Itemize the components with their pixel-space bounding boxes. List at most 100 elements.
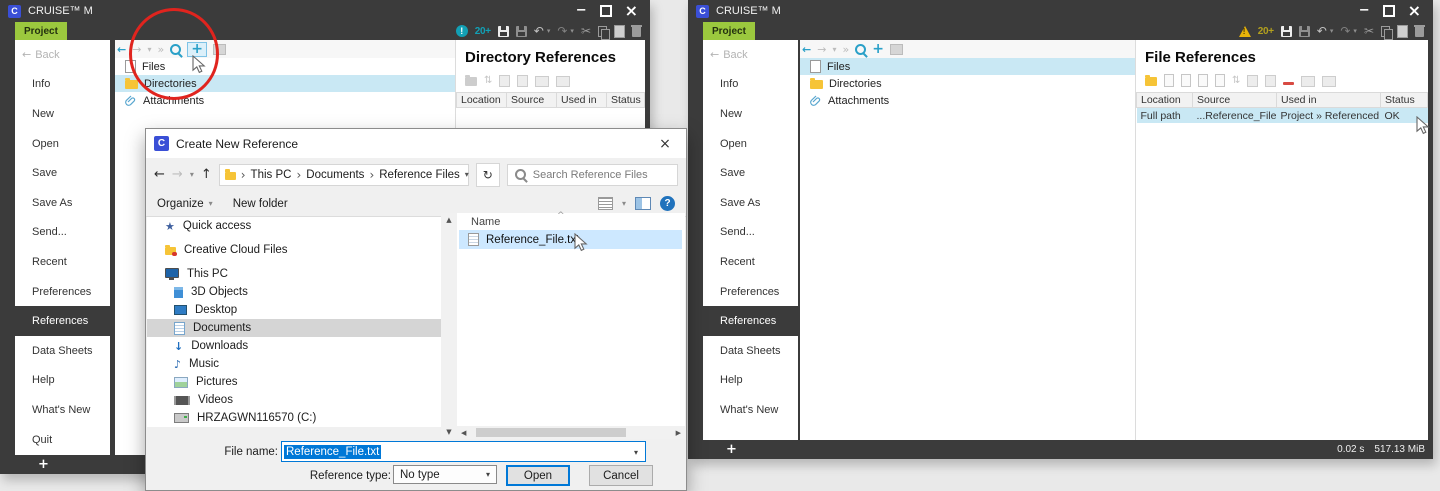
- paste-icon[interactable]: [614, 25, 625, 38]
- maximize-button[interactable]: [1383, 5, 1395, 17]
- column-header-source[interactable]: Source: [1193, 93, 1277, 108]
- move-up-icon[interactable]: [1247, 75, 1258, 87]
- edit-reference-icon[interactable]: [1164, 74, 1174, 87]
- paste-icon[interactable]: [1397, 25, 1408, 38]
- sidebar-item-recent[interactable]: Recent: [15, 247, 110, 277]
- add-reference-button[interactable]: +: [872, 44, 884, 55]
- sidebar-item-preferences[interactable]: Preferences: [15, 277, 110, 307]
- apply-reference-icon[interactable]: [1215, 74, 1225, 87]
- sidebar-item-recent[interactable]: Recent: [703, 247, 798, 277]
- nav-item-this-pc[interactable]: This PC: [147, 265, 441, 283]
- copy-icon[interactable]: [1381, 26, 1390, 37]
- reference-table-row[interactable]: Full path ...Reference_File.txt Project …: [1137, 108, 1428, 124]
- column-header-status[interactable]: Status: [607, 93, 645, 108]
- undo-dropdown-icon[interactable]: ▾: [547, 27, 551, 35]
- sidebar-item-send[interactable]: Send...: [15, 218, 110, 248]
- tree-item-files[interactable]: Files: [800, 58, 1135, 75]
- nav-item-quick-access[interactable]: ★Quick access: [147, 217, 441, 235]
- cancel-button[interactable]: Cancel: [589, 465, 653, 486]
- sidebar-item-new[interactable]: New: [703, 99, 798, 129]
- nav-item-creative-cloud[interactable]: Creative Cloud Files: [147, 241, 441, 259]
- sidebar-item-references[interactable]: References: [703, 306, 798, 336]
- up-button[interactable]: ↑: [201, 167, 212, 182]
- tree-item-directories[interactable]: Directories: [800, 75, 1135, 92]
- minimize-button[interactable]: −: [576, 7, 587, 15]
- nav-back-icon[interactable]: ←: [802, 43, 811, 56]
- forward-button[interactable]: →: [172, 167, 183, 182]
- breadcrumb-reference-files[interactable]: Reference Files: [379, 169, 460, 181]
- nav-dropdown-icon[interactable]: ▾: [147, 45, 151, 54]
- search-icon[interactable]: [855, 44, 866, 55]
- remove-reference-icon[interactable]: [1283, 82, 1294, 85]
- tree-item-directories[interactable]: Directories: [115, 75, 455, 92]
- sidebar-item-send[interactable]: Send...: [703, 218, 798, 248]
- column-header-status[interactable]: Status: [1381, 93, 1428, 108]
- recent-locations-icon[interactable]: ▾: [190, 170, 194, 179]
- add-file-icon[interactable]: [1145, 77, 1157, 86]
- add-tab-button[interactable]: +: [38, 457, 49, 472]
- message-badge-icon[interactable]: !: [456, 25, 468, 37]
- address-dropdown-icon[interactable]: ▾: [465, 170, 469, 179]
- undo-icon[interactable]: ↶: [534, 25, 544, 37]
- dialog-close-button[interactable]: ×: [644, 136, 686, 152]
- cut-icon[interactable]: ✂: [1364, 25, 1374, 37]
- nav-forward-icon[interactable]: →: [132, 43, 141, 56]
- file-list-hscrollbar[interactable]: ◀ ▶: [457, 426, 685, 439]
- table-export-icon[interactable]: [556, 76, 570, 87]
- nav-item-downloads[interactable]: ↓Downloads: [147, 337, 441, 355]
- back-button[interactable]: ←: [154, 167, 165, 182]
- nav-item-c-drive[interactable]: HRZAGWN116570 (C:): [147, 409, 441, 427]
- file-name-input[interactable]: Reference_File.txt ▾: [281, 441, 646, 462]
- file-list-item[interactable]: Reference_File.txt: [459, 230, 682, 249]
- sidebar-item-whats-new[interactable]: What's New: [703, 395, 798, 425]
- redo-icon[interactable]: ↷: [1340, 25, 1350, 37]
- nav-item-documents[interactable]: Documents: [147, 319, 441, 337]
- help-icon[interactable]: ?: [660, 196, 675, 211]
- edit-list-icon[interactable]: ⇅: [1232, 75, 1240, 87]
- scrollbar-thumb[interactable]: [476, 428, 626, 437]
- sidebar-item-back[interactable]: ←Back: [15, 40, 110, 70]
- edit-list-icon[interactable]: ⇅: [484, 75, 492, 87]
- save-all-icon[interactable]: [516, 26, 527, 37]
- sidebar-item-save[interactable]: Save: [15, 158, 110, 188]
- reference-type-select[interactable]: No type ▾: [393, 465, 497, 484]
- column-header-location[interactable]: Location: [457, 93, 507, 108]
- organize-button[interactable]: Organize▾: [157, 198, 213, 210]
- move-up-icon[interactable]: [499, 75, 510, 87]
- column-header-location[interactable]: Location: [1137, 93, 1193, 108]
- nav-item-desktop[interactable]: Desktop: [147, 301, 441, 319]
- table-tool-icon[interactable]: [1301, 76, 1315, 87]
- tree-item-attachments[interactable]: Attachments: [115, 92, 455, 109]
- delete-icon[interactable]: [1415, 27, 1424, 37]
- nav-back-icon[interactable]: ←: [117, 43, 126, 56]
- nav-item-pictures[interactable]: Pictures: [147, 373, 441, 391]
- name-column-header[interactable]: Name ^: [457, 213, 685, 230]
- open-button[interactable]: Open: [506, 465, 570, 486]
- warning-badge-icon[interactable]: !: [1239, 26, 1251, 37]
- nav-pane-scrollbar[interactable]: ▲ ▼: [441, 213, 457, 439]
- sidebar-item-save[interactable]: Save: [703, 158, 798, 188]
- sidebar-item-references[interactable]: References: [15, 306, 110, 336]
- search-input[interactable]: Search Reference Files: [507, 164, 678, 186]
- jump-to-icon[interactable]: »: [842, 43, 849, 56]
- redo-icon[interactable]: ↷: [557, 25, 567, 37]
- scroll-right-icon[interactable]: ▶: [676, 429, 681, 437]
- sidebar-item-new[interactable]: New: [15, 99, 110, 129]
- sidebar-item-data-sheets[interactable]: Data Sheets: [703, 336, 798, 366]
- save-all-icon[interactable]: [1299, 26, 1310, 37]
- close-button[interactable]: ×: [625, 5, 638, 17]
- jump-to-icon[interactable]: »: [157, 43, 164, 56]
- add-reference-button[interactable]: +: [187, 42, 207, 57]
- move-down-icon[interactable]: [517, 75, 528, 87]
- breadcrumb-this-pc[interactable]: This PC: [251, 169, 292, 181]
- file-name-dropdown-icon[interactable]: ▾: [634, 448, 638, 457]
- table-tool-icon[interactable]: [535, 76, 549, 87]
- tree-item-files[interactable]: Files: [115, 58, 455, 75]
- redo-dropdown-icon[interactable]: ▾: [570, 27, 574, 35]
- sidebar-item-info[interactable]: Info: [15, 70, 110, 100]
- nav-item-3d-objects[interactable]: 3D Objects: [147, 283, 441, 301]
- copy-reference-icon[interactable]: [1181, 74, 1191, 87]
- tab-project[interactable]: Project: [15, 22, 67, 40]
- undo-icon[interactable]: ↶: [1317, 25, 1327, 37]
- save-icon[interactable]: [1281, 26, 1292, 37]
